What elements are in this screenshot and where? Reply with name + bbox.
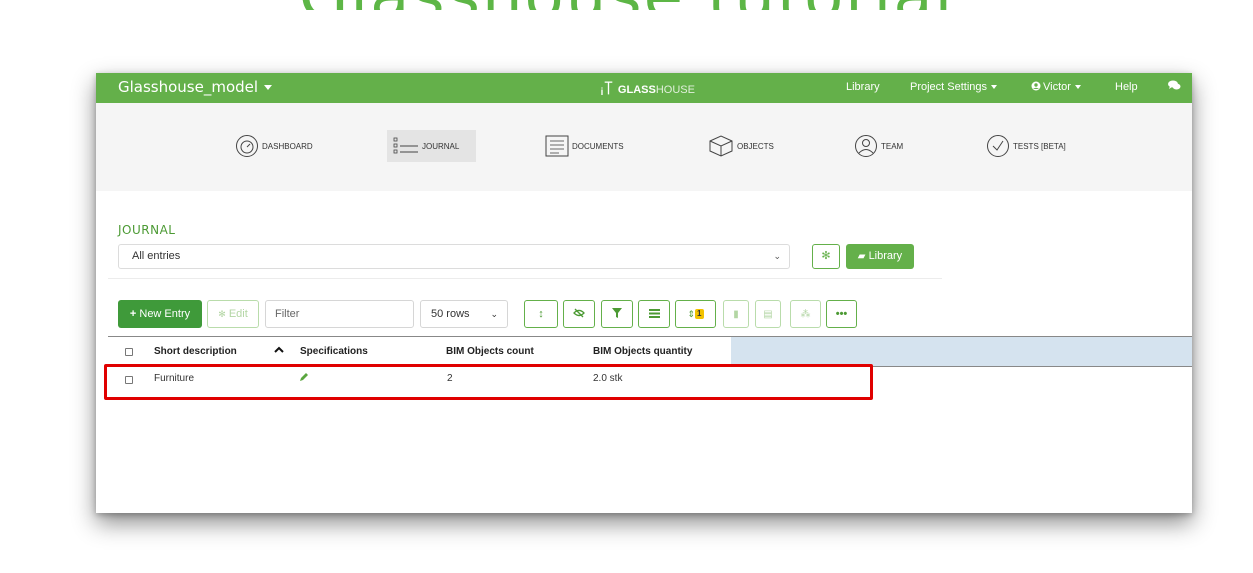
cubes-icon: ⁂ (800, 309, 811, 320)
chevron-down-icon: ⌄ (773, 251, 781, 261)
filter-input[interactable]: Filter (265, 300, 414, 328)
tab-team[interactable]: TEAM (848, 130, 909, 162)
section-tabs: DASHBOARD JOURNAL DOCUMENTS OBJECTS TEAM… (96, 103, 1192, 191)
header-filler (731, 337, 1192, 366)
column-header-short-description[interactable]: Short description (154, 346, 237, 357)
more-options-button[interactable]: ••• (826, 300, 857, 328)
column-label: Short description (154, 346, 237, 357)
sort-icon: ⇕ (687, 309, 696, 319)
tab-objects[interactable]: OBJECTS (702, 130, 780, 162)
new-entry-button[interactable]: + New Entry (118, 300, 202, 328)
list-view-button[interactable] (638, 300, 670, 328)
sort-button[interactable]: ⇕ 1 (675, 300, 716, 328)
rows-per-page-value: 50 rows (431, 308, 470, 320)
column-header-specifications[interactable]: Specifications (300, 346, 368, 357)
gear-icon: ✻ (821, 250, 831, 262)
select-all-checkbox[interactable] (125, 348, 133, 356)
project-name: Glasshouse_model (118, 78, 259, 96)
hide-columns-button[interactable] (563, 300, 595, 328)
tab-objects-label: OBJECTS (737, 141, 774, 151)
tab-documents-label: DOCUMENTS (572, 141, 624, 151)
headline: Glasshouse tutorial (0, 0, 1253, 10)
row-height-button[interactable]: ↕ (524, 300, 558, 328)
journal-heading: JOURNAL (118, 223, 176, 237)
caret-down-icon (1074, 85, 1081, 90)
filter-button[interactable] (601, 300, 633, 328)
nav-project-settings[interactable]: Project Settings (910, 81, 998, 93)
chevron-up-icon (274, 346, 284, 353)
journal-list-icon (393, 137, 418, 154)
sort-count-badge: 1 (695, 309, 704, 319)
column-header-bim-objects-count[interactable]: BIM Objects count (446, 346, 534, 357)
brand-logo[interactable]: ᵢ꓄ GLASSHOUSE (601, 80, 695, 98)
tab-tests-label: TESTS [BETA] (1013, 141, 1066, 151)
edit-button[interactable]: ✻ Edit (207, 300, 259, 328)
nav-user-label: Victor (1043, 81, 1071, 93)
column-label: BIM Objects quantity (593, 346, 693, 357)
project-dropdown[interactable]: Glasshouse_model (118, 78, 273, 96)
link-objects-button[interactable]: ⁂ (790, 300, 821, 328)
tab-dashboard[interactable]: DASHBOARD (229, 130, 319, 162)
user-circle-icon (1031, 81, 1041, 91)
sort-ascending-icon[interactable] (274, 345, 284, 356)
glasshouse-logo-icon: ᵢ꓄ (601, 81, 614, 97)
column-label: BIM Objects count (446, 346, 534, 357)
divider (108, 278, 942, 279)
settings-button[interactable]: ✻ (812, 244, 840, 269)
filter-placeholder: Filter (275, 308, 300, 320)
plus-icon: + (129, 308, 137, 320)
nav-library-label: Library (846, 81, 880, 93)
tab-journal[interactable]: JOURNAL (387, 130, 476, 162)
trash-icon: ▮ (733, 309, 739, 320)
app-window: Glasshouse_model ᵢ꓄ GLASSHOUSE Library Pr… (96, 73, 1192, 513)
export-button[interactable]: ▤ (755, 300, 781, 328)
library-button[interactable]: ▰ Library (846, 244, 914, 269)
nav-help-link[interactable]: Help (1115, 81, 1138, 93)
brand-text-light: HOUSE (655, 84, 695, 96)
tab-journal-label: JOURNAL (422, 141, 460, 151)
document-icon (545, 135, 569, 157)
gear-icon: ✻ (218, 309, 226, 319)
nav-library-link[interactable]: Library (846, 81, 880, 93)
checkmark-circle-icon (987, 135, 1009, 157)
nav-help-label: Help (1115, 81, 1138, 93)
journal-view-value: All entries (132, 250, 181, 262)
chevron-down-icon: ⌄ (490, 309, 498, 319)
ellipsis-icon: ••• (835, 308, 848, 320)
headline-text: Glasshouse tutorial (299, 0, 955, 10)
highlight-annotation (104, 364, 873, 400)
navbar: Glasshouse_model ᵢ꓄ GLASSHOUSE Library Pr… (96, 73, 1192, 103)
column-header-bim-objects-quantity[interactable]: BIM Objects quantity (593, 346, 692, 357)
book-icon: ▰ (857, 251, 866, 262)
chat-icon[interactable] (1168, 80, 1181, 94)
file-icon: ▤ (763, 309, 773, 320)
chat-bubbles-icon (1168, 80, 1181, 90)
brand-text-bold: GLASS (617, 84, 656, 96)
vertical-resize-icon: ↕ (538, 308, 544, 320)
tab-documents[interactable]: DOCUMENTS (539, 130, 630, 162)
table-toolbar: + New Entry ✻ Edit Filter 50 rows ⌄ ↕ ⇕ 1 … (96, 300, 1192, 328)
user-icon (855, 135, 877, 157)
tab-team-label: TEAM (881, 141, 904, 151)
edit-label: Edit (228, 308, 248, 320)
tab-tests[interactable]: TESTS [BETA] (980, 130, 1072, 162)
funnel-icon (612, 308, 622, 318)
dashboard-gauge-icon (236, 135, 258, 157)
caret-down-icon (991, 85, 998, 90)
tab-dashboard-label: DASHBOARD (262, 141, 313, 151)
nav-user-menu[interactable]: Victor (1031, 81, 1081, 93)
library-button-label: Library (868, 250, 903, 262)
caret-down-icon (264, 85, 273, 90)
rows-per-page-select[interactable]: 50 rows ⌄ (420, 300, 508, 328)
new-entry-label: New Entry (139, 308, 191, 320)
cube-icon (709, 135, 733, 157)
eye-slash-icon (573, 308, 585, 318)
column-label: Specifications (300, 346, 368, 357)
nav-project-settings-label: Project Settings (910, 81, 988, 93)
list-icon (648, 309, 660, 318)
delete-button[interactable]: ▮ (723, 300, 749, 328)
table-header: Short description Specifications BIM Obj… (108, 336, 1192, 367)
journal-view-select[interactable]: All entries ⌄ (118, 244, 790, 269)
